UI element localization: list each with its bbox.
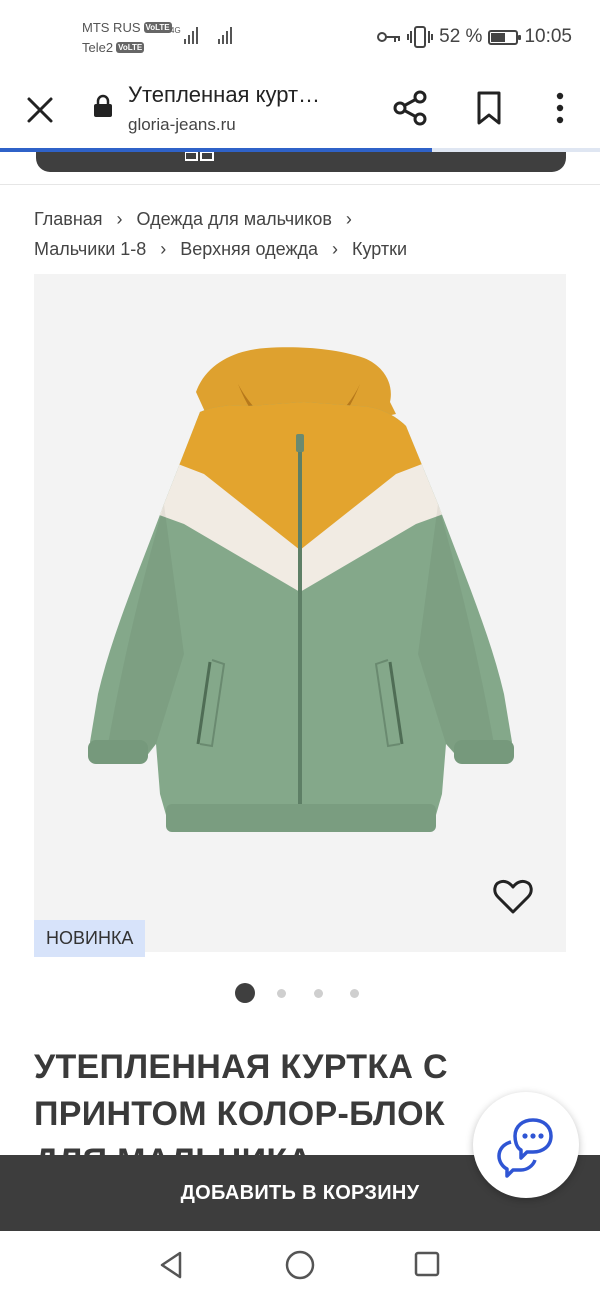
carrier-1-name: MTS RUS <box>82 20 141 35</box>
breadcrumb-boys-1-8[interactable]: Мальчики 1-8 <box>34 234 146 264</box>
sticky-header-remnant <box>36 152 566 172</box>
status-right: 52 % 10:05 <box>377 26 572 48</box>
chevron-right-icon: › <box>332 239 339 259</box>
carousel-dot[interactable] <box>277 988 286 998</box>
breadcrumb-boys-clothing[interactable]: Одежда для мальчиков <box>137 204 332 234</box>
carrier-1: MTS RUS VoLTE <box>82 20 172 35</box>
recent-apps-icon[interactable] <box>413 1250 441 1278</box>
heart-icon[interactable] <box>492 876 534 918</box>
volte-badge: VoLTE <box>143 22 172 33</box>
signal-icon <box>218 26 232 44</box>
carousel-dot[interactable] <box>313 988 323 998</box>
bookmark-icon[interactable] <box>474 90 504 126</box>
chevron-right-icon: › <box>160 239 167 259</box>
new-badge: НОВИНКА <box>34 920 146 957</box>
battery-icon <box>488 29 522 45</box>
home-icon[interactable] <box>284 1249 316 1281</box>
chevron-right-icon: › <box>116 209 123 229</box>
status-bar: MTS RUS VoLTE Tele2 VoLTE 4G 52 % 10:05 <box>0 0 600 72</box>
image-carousel-dots[interactable] <box>0 982 600 1004</box>
breadcrumb: Главная › Одежда для мальчиков › Мальчики 1-… <box>34 204 574 264</box>
jacket-photo <box>88 347 514 832</box>
more-vert-icon[interactable] <box>548 90 572 126</box>
carrier-2: Tele2 VoLTE <box>82 40 145 55</box>
back-icon[interactable] <box>156 1249 186 1281</box>
breadcrumb-home[interactable]: Главная <box>34 204 103 234</box>
share-icon[interactable] <box>390 88 430 128</box>
chevron-right-icon: › <box>345 209 352 229</box>
chat-icon <box>497 1118 553 1178</box>
carrier-2-name: Tele2 <box>82 40 114 55</box>
chat-button[interactable] <box>473 1092 579 1198</box>
grid-icon <box>185 152 214 161</box>
network-type: 4G <box>170 26 181 35</box>
close-icon[interactable] <box>24 94 56 126</box>
clock: 10:05 <box>524 26 572 47</box>
carousel-dot[interactable] <box>350 988 359 998</box>
browser-toolbar: Утепленная курт… gloria-jeans.ru <box>0 72 600 152</box>
page-url[interactable]: gloria-jeans.ru <box>128 115 236 135</box>
system-nav-bar <box>0 1231 600 1297</box>
product-image[interactable] <box>34 274 566 952</box>
battery-percent: 52 % <box>439 26 483 47</box>
breadcrumb-jackets[interactable]: Куртки <box>352 234 407 264</box>
breadcrumb-outerwear[interactable]: Верхняя одежда <box>180 234 318 264</box>
key-icon <box>377 32 401 42</box>
signal-icon <box>184 26 198 44</box>
carousel-dot-active[interactable] <box>235 983 255 1003</box>
volte-badge: VoLTE <box>116 42 145 53</box>
battery-level <box>491 32 505 42</box>
page-title[interactable]: Утепленная курт… <box>128 82 320 108</box>
vibrate-icon <box>407 26 434 48</box>
lock-icon <box>94 94 112 117</box>
divider <box>0 184 600 185</box>
